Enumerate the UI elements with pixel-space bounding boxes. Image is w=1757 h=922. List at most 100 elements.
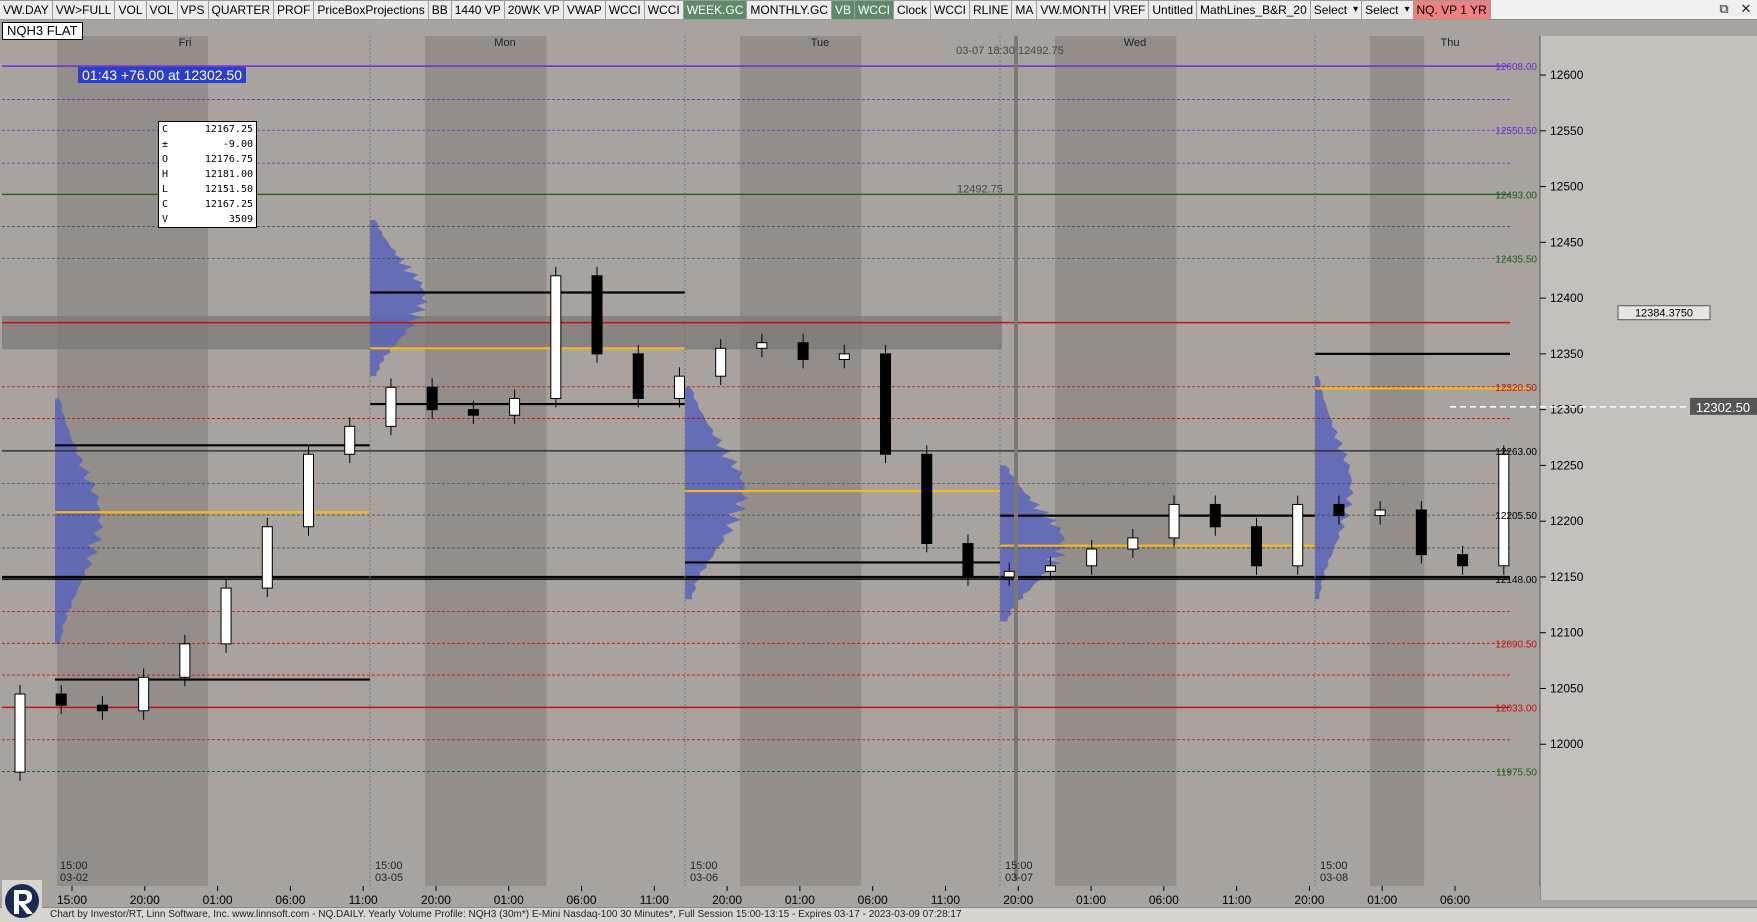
close-icon[interactable]: ✕	[1735, 0, 1757, 20]
candle-body	[1415, 509, 1427, 556]
candle-body	[138, 676, 150, 712]
price-tick-label: 12550	[1550, 124, 1584, 138]
time-tick-label: 11:00	[931, 893, 960, 907]
time-tick-label: 15:00	[57, 893, 87, 907]
toolbar-button-vw-day[interactable]: VW.DAY	[0, 0, 53, 20]
toolbar-button-vol[interactable]: VOL	[114, 0, 147, 20]
price-tick-label: 12300	[1550, 403, 1584, 417]
session-date-label: 03-07	[1005, 872, 1033, 884]
toolbar-button-wcci[interactable]: WCCI	[930, 0, 970, 20]
time-tick-label: 11:00	[1222, 893, 1251, 907]
session-date-label: 03-06	[690, 872, 718, 884]
toolbar-button-prof[interactable]: PROF	[272, 0, 315, 20]
toolbar-button-1440-vp[interactable]: 1440 VP	[450, 0, 505, 20]
price-tick-label: 12000	[1550, 737, 1584, 751]
session-time-label: 15:00	[1005, 860, 1033, 872]
restore-icon[interactable]: ⧉	[1713, 0, 1735, 20]
chart-title: NQH3 FLAT	[2, 22, 83, 40]
day-label: Tue	[811, 37, 830, 49]
toolbar-button-rline[interactable]: RLINE	[969, 0, 1013, 20]
candle-body	[1374, 509, 1386, 517]
candle-body	[1168, 503, 1180, 539]
toolbar-button-nq-vp-1-yr[interactable]: NQ. VP 1 YR	[1412, 0, 1491, 20]
candle-body	[715, 347, 727, 377]
price-tick-label: 12200	[1550, 514, 1584, 528]
last-price-label: 12302.50	[1696, 400, 1750, 415]
day-label: Wed	[1124, 37, 1146, 49]
ohlc-key: H	[162, 169, 169, 180]
resistance-band	[2, 315, 1002, 350]
level-label: 11975.50	[1496, 768, 1537, 779]
price-chart[interactable]: 12600 12550 12500 12450 12400 12350 12300 12250…	[0, 20, 1757, 907]
toolbar-button-mathlines-b-r-20[interactable]: MathLines_B&R_20	[1196, 0, 1311, 20]
session-shade	[1055, 36, 1177, 900]
session-shade	[1370, 36, 1425, 900]
level-label: 12148.00	[1495, 575, 1537, 586]
candle-body	[96, 704, 108, 712]
toolbar-button-untitled[interactable]: Untitled	[1148, 0, 1198, 20]
candle-body	[550, 275, 562, 399]
toolbar-button-vwap[interactable]: VWAP	[562, 0, 606, 20]
toolbar-button-vol[interactable]: VOL	[145, 0, 178, 20]
time-tick-label: 11:00	[640, 893, 669, 907]
toolbar-button-vps[interactable]: VPS	[176, 0, 209, 20]
price-tick-label: 12350	[1550, 347, 1584, 361]
candle-body	[55, 693, 67, 706]
toolbar-button-select[interactable]: Select	[1361, 0, 1414, 20]
candle-body	[962, 542, 974, 578]
toolbar-button-clock[interactable]: Clock	[892, 0, 931, 20]
candle-body	[756, 342, 768, 349]
ohlc-value: 12151.50	[204, 184, 253, 195]
candle-body	[1003, 570, 1015, 578]
ohlc-box: C 12167.25 ± -9.00 O 12176.75 H 12181.00 L 12151.…	[158, 121, 257, 228]
candle-body	[344, 425, 356, 455]
toolbar-button-bb[interactable]: BB	[427, 0, 452, 20]
ohlc-key: C	[162, 199, 169, 210]
time-tick-label: 20:00	[421, 893, 451, 907]
candle-body	[1292, 503, 1304, 567]
level-label: 12493.00	[1495, 190, 1537, 201]
candle-body	[179, 643, 191, 678]
toolbar-button-wcci[interactable]: WCCI	[604, 0, 645, 20]
toolbar-button-vb[interactable]: VB	[830, 0, 855, 20]
toolbar-button-vw-full[interactable]: VW>FULL	[51, 0, 116, 20]
toolbar-button-monthly-gc[interactable]: MONTHLY.GC	[746, 0, 832, 20]
level-label: 12608.00	[1495, 62, 1537, 73]
ohlc-value: 12176.75	[204, 154, 253, 165]
time-tick-label: 20:00	[712, 893, 742, 907]
time-tick-label: 20:00	[1294, 893, 1324, 907]
toolbar-button-quarter[interactable]: QUARTER	[207, 0, 274, 20]
toolbar: VW.DAY VW>FULL VOL VOL VPS QUARTER PROF PriceBo…	[0, 0, 1757, 20]
toolbar-button-wcci[interactable]: WCCI	[853, 0, 894, 20]
toolbar-button-vref[interactable]: VREF	[1109, 0, 1150, 20]
toolbar-button-wcci[interactable]: WCCI	[643, 0, 684, 20]
annotation-label: 12492.75	[957, 184, 1003, 196]
toolbar-button-priceboxprojections[interactable]: PriceBoxProjections	[313, 0, 429, 20]
candle-body	[509, 397, 521, 416]
time-tick-label: 06:00	[858, 893, 888, 907]
ohlc-key: C	[162, 124, 169, 135]
toolbar-button-vw-month[interactable]: VW.MONTH	[1036, 0, 1111, 20]
ohlc-row: L 12151.50	[162, 182, 253, 197]
session-time-label: 15:00	[690, 860, 718, 872]
time-tick-label: 06:00	[1149, 893, 1179, 907]
toolbar-button-ma[interactable]: MA	[1011, 0, 1038, 20]
session-time-label: 15:00	[375, 860, 403, 872]
time-tick-label: 01:00	[1367, 893, 1397, 907]
price-tick-label: 12450	[1550, 235, 1584, 249]
candle-body	[921, 453, 933, 544]
ohlc-value: 12167.25	[204, 199, 253, 210]
ohlc-key: V	[162, 214, 169, 225]
candle-body	[261, 526, 273, 589]
time-tick-label: 20:00	[1003, 893, 1033, 907]
toolbar-button-week-gc[interactable]: WEEK.GC	[682, 0, 748, 20]
price-tick-label: 12100	[1550, 626, 1584, 640]
toolbar-button-select[interactable]: Select	[1309, 0, 1363, 20]
candle-body	[1127, 537, 1139, 550]
window-controls: ⧉ ✕	[1713, 0, 1757, 20]
ohlc-row: C 12167.25	[162, 197, 253, 212]
ohlc-row: C 12167.25	[162, 122, 253, 137]
session-time-label: 15:00	[1320, 860, 1348, 872]
toolbar-button-20wk-vp[interactable]: 20WK VP	[503, 0, 564, 20]
chart-canvas[interactable]: 12600 12550 12500 12450 12400 12350 12300 12250…	[0, 20, 1757, 907]
